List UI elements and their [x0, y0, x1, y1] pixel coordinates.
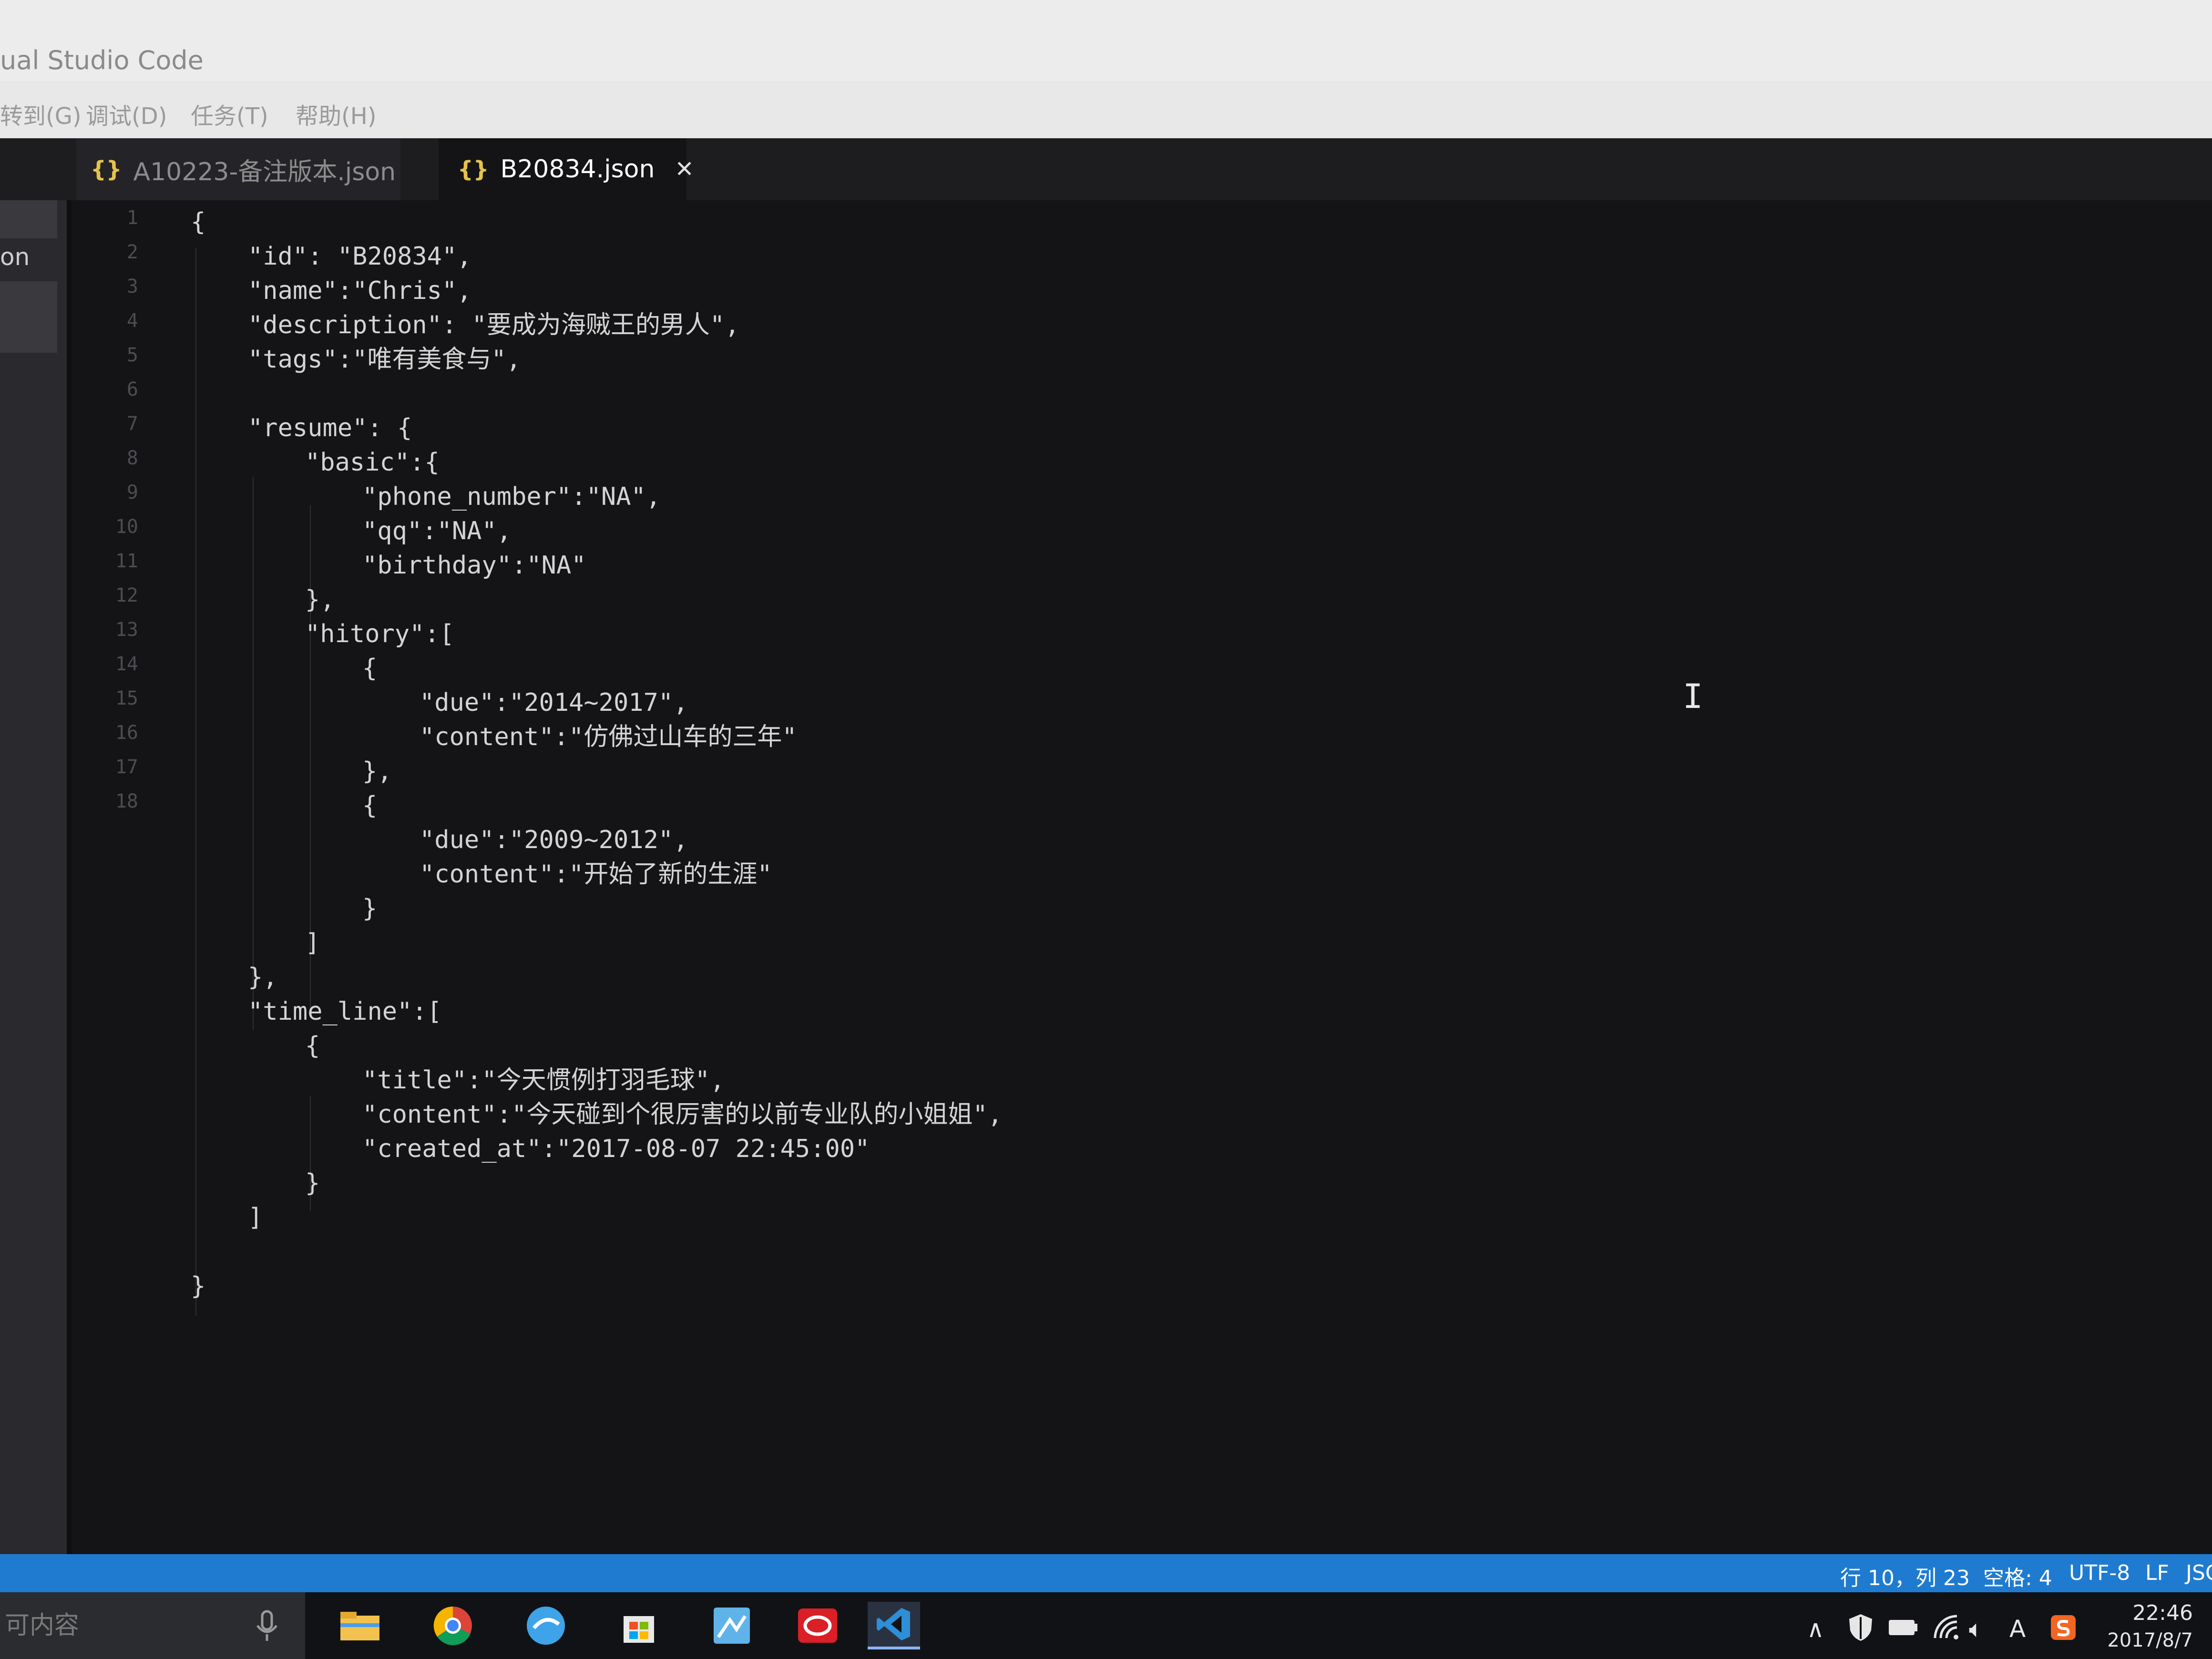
tab-label: A10223-备注版本.json: [133, 157, 396, 186]
tab-strip: {} A10223-备注版本.json {} B20834.json ✕: [0, 138, 2212, 200]
tab-a10223[interactable]: {} A10223-备注版本.json: [76, 138, 400, 200]
tab-label: B20834.json: [500, 155, 655, 184]
sogou-ime-icon[interactable]: [2050, 1614, 2077, 1641]
line-number: 16: [115, 722, 138, 744]
code-line[interactable]: {: [362, 789, 377, 823]
menu-goto[interactable]: 转到(G): [0, 97, 82, 131]
code-line[interactable]: "created_at":"2017-08-07 22:45:00": [362, 1132, 870, 1166]
line-number: 10: [115, 516, 138, 538]
code-line[interactable]: "content":"仿佛过山车的三年": [420, 720, 797, 754]
menu-debug[interactable]: 调试(D): [86, 97, 167, 131]
json-file-icon: {}: [91, 156, 122, 182]
code-line[interactable]: "description": "要成为海贼王的男人",: [248, 308, 740, 342]
vscode-icon[interactable]: [868, 1602, 920, 1649]
menu-help[interactable]: 帮助(H): [296, 97, 377, 131]
battery-icon[interactable]: [1888, 1617, 1918, 1638]
code-line[interactable]: "due":"2009~2012",: [420, 823, 688, 857]
qq-browser-icon[interactable]: [520, 1602, 572, 1649]
code-line[interactable]: "id": "B20834",: [248, 239, 472, 274]
indent-guide: [253, 477, 254, 1030]
code-line[interactable]: "hitory":[: [305, 617, 454, 651]
status-bar: 行 10，列 23 空格: 4 UTF-8 LF JSO: [0, 1554, 2212, 1592]
chrome-icon[interactable]: [427, 1602, 479, 1649]
menu-tasks[interactable]: 任务(T): [191, 97, 268, 131]
line-number: 3: [126, 276, 138, 297]
text-cursor-icon: I: [1683, 677, 1703, 716]
explorer-icon[interactable]: [0, 200, 57, 238]
code-line[interactable]: "name":"Chris",: [248, 274, 472, 308]
editor-area[interactable]: [72, 200, 2212, 1554]
indent-guide: [195, 248, 196, 1316]
code-line[interactable]: {: [305, 1029, 320, 1063]
code-line[interactable]: "phone_number":"NA",: [362, 480, 661, 514]
creative-cloud-icon[interactable]: [791, 1602, 844, 1649]
image-app-icon[interactable]: [706, 1602, 758, 1649]
code-line[interactable]: ]: [248, 1200, 263, 1235]
code-line[interactable]: },: [305, 583, 335, 617]
code-line[interactable]: {: [362, 651, 377, 686]
tray-chevron-up-icon[interactable]: ∧: [1807, 1615, 1824, 1643]
code-line[interactable]: "birthday":"NA": [362, 548, 586, 583]
menu-bar: 转到(G) 调试(D) 任务(T) 帮助(H): [0, 81, 2212, 138]
line-number: 2: [126, 241, 138, 263]
mic-icon[interactable]: [253, 1609, 281, 1643]
tab-b20834[interactable]: {} B20834.json ✕: [439, 138, 694, 200]
code-line[interactable]: },: [248, 960, 278, 994]
code-line[interactable]: }: [305, 1166, 320, 1200]
json-file-icon: {}: [458, 156, 489, 182]
clock-date[interactable]: 2017/8/7: [2107, 1629, 2193, 1651]
status-eol[interactable]: LF: [2145, 1561, 2169, 1585]
line-number: 1: [126, 207, 138, 229]
code-line[interactable]: {: [191, 205, 205, 239]
line-number: 15: [115, 687, 138, 709]
line-number: 7: [126, 413, 138, 435]
code-line[interactable]: }: [362, 891, 377, 926]
store-icon[interactable]: [613, 1602, 665, 1649]
file-explorer-icon[interactable]: [334, 1602, 386, 1649]
code-line[interactable]: },: [362, 754, 392, 789]
code-line[interactable]: "due":"2014~2017",: [420, 686, 688, 720]
window-title: ual Studio Code: [0, 45, 204, 75]
line-number: 17: [115, 756, 138, 778]
line-number-gutter: 1 2 3 4 5 6 7 8 9 10 11 12 13 14 15 16 17 18: [72, 200, 153, 1554]
line-number: 5: [126, 344, 138, 366]
code-line[interactable]: "title":"今天惯例打羽毛球",: [362, 1063, 725, 1097]
defender-shield-icon[interactable]: [1847, 1613, 1874, 1642]
line-number: 11: [115, 550, 138, 572]
search-placeholder: 可内容: [5, 1611, 80, 1640]
status-language[interactable]: JSO: [2186, 1561, 2212, 1585]
line-number: 12: [115, 584, 138, 606]
code-line[interactable]: "qq":"NA",: [362, 514, 512, 548]
code-line[interactable]: ]: [305, 926, 320, 960]
code-line[interactable]: "tags":"唯有美食与",: [248, 342, 521, 377]
line-number: 4: [126, 310, 138, 332]
line-number: 14: [115, 653, 138, 675]
line-number: 13: [115, 619, 138, 641]
volume-icon[interactable]: 🔈︎: [1969, 1615, 1983, 1643]
code-line[interactable]: "basic":{: [305, 445, 440, 480]
sidebar-file-label: on: [0, 243, 30, 271]
ime-indicator[interactable]: A: [2009, 1615, 2026, 1643]
code-line[interactable]: "content":"开始了新的生涯": [420, 857, 772, 891]
code-line[interactable]: "content":"今天碰到个很厉害的以前专业队的小姐姐",: [362, 1097, 1003, 1132]
close-icon[interactable]: ✕: [675, 156, 694, 183]
status-encoding[interactable]: UTF-8: [2069, 1561, 2130, 1585]
line-number: 18: [115, 790, 138, 812]
code-line[interactable]: "time_line":[: [248, 994, 442, 1029]
code-line[interactable]: }: [191, 1269, 205, 1303]
activity-bar: [0, 200, 67, 1554]
status-cursor-position[interactable]: 行 10，列 23: [1840, 1561, 1970, 1591]
clock-time[interactable]: 22:46: [2132, 1601, 2193, 1625]
line-number: 8: [126, 447, 138, 469]
line-number: 9: [126, 481, 138, 503]
wifi-icon[interactable]: [1933, 1614, 1960, 1641]
code-line[interactable]: "resume": {: [248, 411, 412, 445]
sidebar-file-item[interactable]: [0, 281, 57, 353]
title-bar: ual Studio Code: [0, 0, 2212, 81]
line-number: 6: [126, 379, 138, 400]
taskbar: 可内容 ∧ 🔈︎ A 22:46 2017/8/7: [0, 1592, 2212, 1659]
status-indentation[interactable]: 空格: 4: [1983, 1561, 2052, 1591]
